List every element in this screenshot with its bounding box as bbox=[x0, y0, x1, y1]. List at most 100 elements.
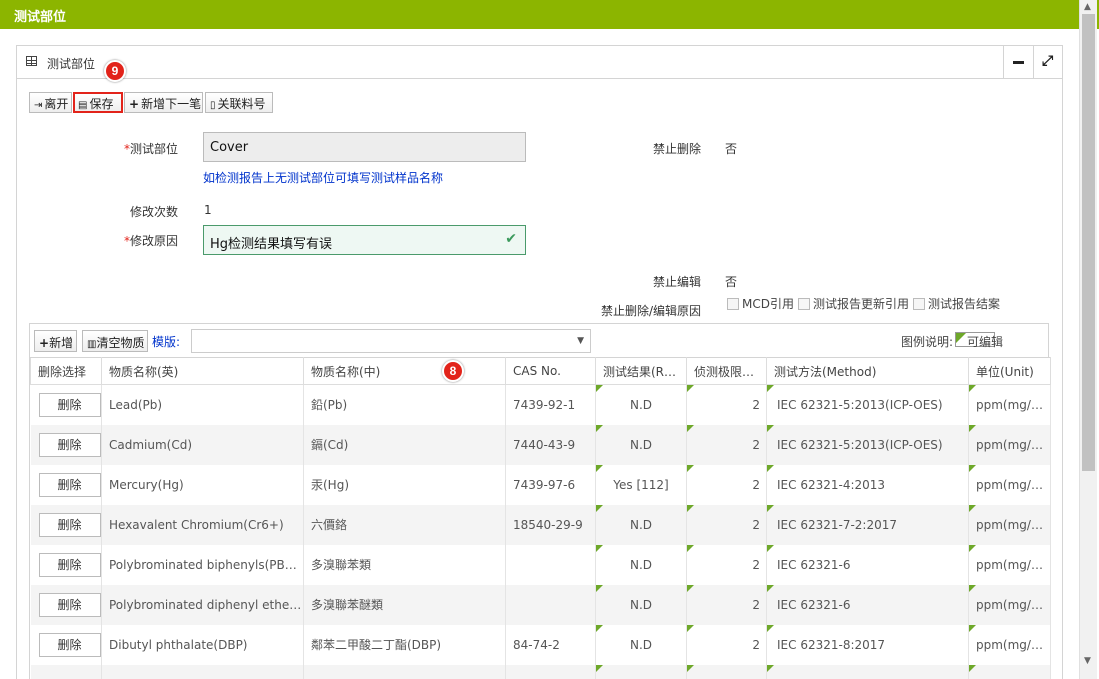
delete-row-button[interactable]: 删除 bbox=[38, 512, 101, 537]
delete-row-button[interactable]: 删除 bbox=[38, 392, 101, 417]
substance-name-en: Polybrominated diphenyl ethers(… bbox=[101, 584, 304, 625]
table-row: 删除 Dibutyl phthalate(DBP) 鄰苯二甲酸二丁酯(DBP) … bbox=[30, 624, 1051, 665]
detection-limit-cell[interactable]: 2 bbox=[686, 384, 767, 425]
test-result-cell[interactable]: N.D bbox=[595, 424, 687, 465]
cas-no: 84-74-2 bbox=[505, 624, 596, 665]
col-header[interactable]: 物质名称(中) bbox=[303, 357, 506, 385]
substance-name-cn: 鉛(Pb) bbox=[303, 384, 506, 425]
legend-editable-text: 可编辑 bbox=[967, 335, 1004, 349]
detection-limit-cell[interactable]: 2 bbox=[686, 584, 767, 625]
test-method-cell[interactable]: IEC 62321-5:2013(ICP-OES) bbox=[766, 424, 969, 465]
scroll-down-icon[interactable]: ▼ bbox=[1084, 656, 1091, 666]
test-method-cell[interactable]: IEC 62321-8:2017 bbox=[766, 624, 969, 665]
template-select[interactable]: ▼ bbox=[191, 329, 591, 353]
unit-cell[interactable]: ppm(mg/kg) bbox=[968, 424, 1051, 465]
substance-name-en: Polybrominated biphenyls(PBBs) bbox=[101, 544, 304, 585]
delete-row-button[interactable]: 删除 bbox=[38, 592, 101, 617]
step-badge-9: 9 bbox=[104, 60, 126, 82]
modify-reason-label: *修改原因 bbox=[123, 234, 178, 248]
delete-row-button[interactable]: 删除 bbox=[38, 432, 101, 457]
delete-row-button[interactable]: 删除 bbox=[38, 552, 101, 577]
col-header[interactable]: 单位(Unit) bbox=[968, 357, 1051, 385]
table-row: 删除 Hexavalent Chromium(Cr6+) 六價鉻 18540-2… bbox=[30, 504, 1051, 545]
modify-count-label: 修改次数 bbox=[129, 205, 178, 219]
maximize-button[interactable]: ⤢ bbox=[1033, 46, 1063, 79]
unit-cell[interactable]: ppm(mg/kg) bbox=[968, 384, 1051, 425]
forbid-delete-value: 否 bbox=[725, 142, 738, 156]
cas-no bbox=[505, 584, 596, 625]
test-result-cell[interactable]: N.D bbox=[595, 504, 687, 545]
detection-limit-cell[interactable]: 2 bbox=[686, 424, 767, 465]
delete-row-button[interactable]: 删除 bbox=[38, 632, 101, 657]
unit-cell[interactable]: ppm(mg/kg) bbox=[968, 544, 1051, 585]
col-header[interactable]: 测试方法(Method) bbox=[766, 357, 969, 385]
detection-limit-cell[interactable]: 2 bbox=[686, 464, 767, 505]
modify-count-value: 1 bbox=[204, 203, 212, 217]
table-row: 删除 Mercury(Hg) 汞(Hg) 7439-97-6 Yes [112]… bbox=[30, 464, 1051, 505]
substance-table: 删除选择 物质名称(英) 物质名称(中) CAS No. 测试结果(R… 侦测极… bbox=[30, 357, 1051, 679]
test-result-cell[interactable]: N.D bbox=[595, 624, 687, 665]
test-method-cell[interactable]: IEC 62321-7-2:2017 bbox=[766, 504, 969, 545]
floppy-icon: ▤ bbox=[78, 100, 88, 111]
vertical-scrollbar[interactable]: ▲ ▼ bbox=[1079, 0, 1097, 679]
unit-cell[interactable]: ppm(mg/kg) bbox=[968, 624, 1051, 665]
add-next-button[interactable]: + 新增下一笔 bbox=[124, 92, 203, 113]
substance-name-cn: 汞(Hg) bbox=[303, 464, 506, 505]
chevron-down-icon: ▼ bbox=[577, 336, 584, 346]
checkbox-icon bbox=[913, 298, 925, 310]
scroll-thumb[interactable] bbox=[1082, 14, 1095, 471]
exit-icon: ⇥ bbox=[34, 100, 43, 111]
table-row: 删除 Polybrominated diphenyl ethers(… 多溴聯苯… bbox=[30, 584, 1051, 625]
mcd-ref-checkbox[interactable]: MCD引用 bbox=[727, 295, 794, 312]
substance-name-en: Mercury(Hg) bbox=[101, 464, 304, 505]
table-row bbox=[30, 664, 1051, 679]
unit-cell[interactable]: ppm(mg/kg) bbox=[968, 584, 1051, 625]
col-header[interactable]: 测试结果(R… bbox=[595, 357, 687, 385]
checkbox-icon bbox=[727, 298, 739, 310]
substance-name-cn: 六價鉻 bbox=[303, 504, 506, 545]
test-method-cell[interactable]: IEC 62321-5:2013(ICP-OES) bbox=[766, 384, 969, 425]
table-row: 删除 Cadmium(Cd) 鎘(Cd) 7440-43-9 N.D 2 IEC… bbox=[30, 424, 1051, 465]
unit-cell[interactable]: ppm(mg/kg) bbox=[968, 504, 1051, 545]
delete-row-button[interactable]: 删除 bbox=[38, 472, 101, 497]
grid-icon bbox=[26, 56, 37, 66]
detection-limit-cell[interactable]: 2 bbox=[686, 624, 767, 665]
test-result-cell[interactable]: Yes [112] bbox=[595, 464, 687, 505]
forbid-reason-label: 禁止删除/编辑原因 bbox=[600, 304, 701, 318]
cas-no: 7439-97-6 bbox=[505, 464, 596, 505]
report-close-checkbox[interactable]: 测试报告结案 bbox=[913, 295, 1000, 312]
plus-icon: + bbox=[39, 336, 50, 350]
test-result-cell[interactable]: N.D bbox=[595, 544, 687, 585]
scroll-up-icon[interactable]: ▲ bbox=[1084, 2, 1091, 12]
add-substance-button[interactable]: +新增 bbox=[34, 330, 77, 352]
forbid-delete-label: 禁止删除 bbox=[652, 142, 701, 156]
test-result-cell[interactable]: N.D bbox=[595, 384, 687, 425]
leave-button[interactable]: ⇥ 离开 bbox=[29, 92, 72, 113]
detection-limit-cell[interactable]: 2 bbox=[686, 544, 767, 585]
save-button[interactable]: ▤ 保存 bbox=[73, 92, 123, 113]
col-header[interactable]: 删除选择 bbox=[30, 357, 102, 385]
minimize-button[interactable] bbox=[1003, 46, 1033, 79]
step-badge-8: 8 bbox=[442, 360, 464, 382]
col-header[interactable]: 物质名称(英) bbox=[101, 357, 304, 385]
modify-reason-input[interactable]: Hg检测结果填写有误 ✔ bbox=[203, 225, 526, 255]
document-icon: ▯ bbox=[210, 100, 216, 111]
expand-icon: ⤢ bbox=[1042, 53, 1054, 69]
cas-no bbox=[505, 544, 596, 585]
test-part-input[interactable]: Cover bbox=[203, 132, 526, 162]
unit-cell[interactable]: ppm(mg/kg) bbox=[968, 464, 1051, 505]
test-method-cell[interactable]: IEC 62321-6 bbox=[766, 584, 969, 625]
link-material-button[interactable]: ▯ 关联料号 bbox=[205, 92, 273, 113]
substance-name-en: Hexavalent Chromium(Cr6+) bbox=[101, 504, 304, 545]
panel-header: 测试部位 ⤢ bbox=[17, 46, 1062, 79]
test-method-cell[interactable]: IEC 62321-6 bbox=[766, 544, 969, 585]
test-method-cell[interactable]: IEC 62321-4:2013 bbox=[766, 464, 969, 505]
test-result-cell[interactable]: N.D bbox=[595, 584, 687, 625]
col-header[interactable]: 侦测极限… bbox=[686, 357, 767, 385]
substance-name-cn: 鄰苯二甲酸二丁酯(DBP) bbox=[303, 624, 506, 665]
detection-limit-cell[interactable]: 2 bbox=[686, 504, 767, 545]
report-update-ref-checkbox[interactable]: 测试报告更新引用 bbox=[798, 295, 909, 312]
clear-substances-button[interactable]: ▥清空物质 bbox=[82, 330, 148, 352]
table-row: 删除 Polybrominated biphenyls(PBBs) 多溴聯苯類 … bbox=[30, 544, 1051, 585]
col-header[interactable]: CAS No. bbox=[505, 357, 596, 385]
